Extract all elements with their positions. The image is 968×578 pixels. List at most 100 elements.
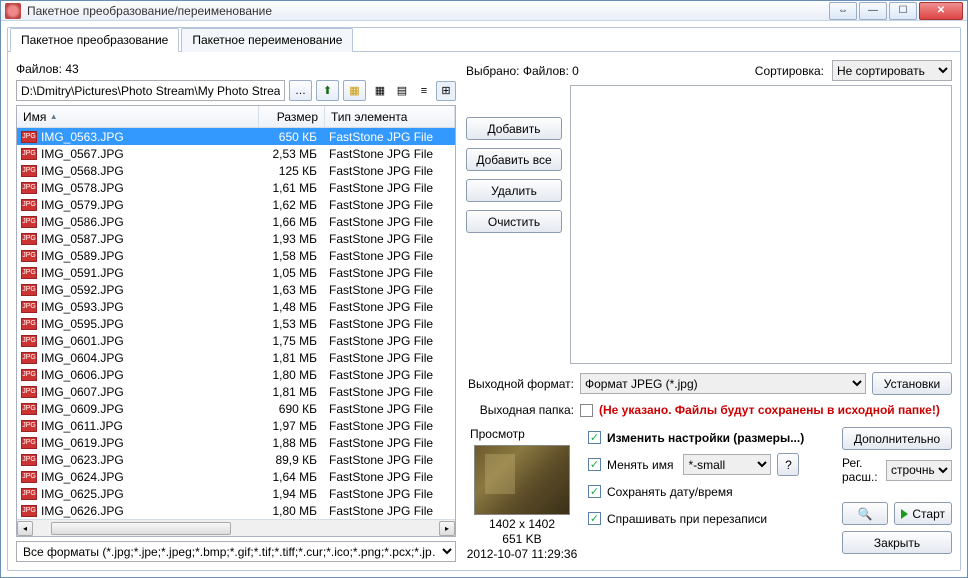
- file-type: FastStone JPG File: [325, 130, 455, 144]
- browse-button[interactable]: …: [289, 80, 312, 101]
- out-format-select[interactable]: Формат JPEG (*.jpg): [580, 373, 866, 394]
- rename-pattern-select[interactable]: *-small: [683, 454, 771, 475]
- file-name: IMG_0578.JPG: [41, 181, 124, 195]
- file-row[interactable]: JPGIMG_0607.JPG1,81 МБFastStone JPG File: [17, 383, 455, 400]
- start-button[interactable]: Старт: [894, 502, 952, 525]
- file-size: 1,48 МБ: [259, 300, 325, 314]
- file-type: FastStone JPG File: [325, 317, 455, 331]
- advanced-button[interactable]: Дополнительно: [842, 427, 952, 450]
- file-list-header[interactable]: Имя ▲ Размер Тип элемента: [17, 106, 455, 128]
- file-type: FastStone JPG File: [325, 487, 455, 501]
- file-type: FastStone JPG File: [325, 266, 455, 280]
- format-settings-button[interactable]: Установки: [872, 372, 952, 395]
- view-list[interactable]: ≡: [414, 81, 434, 101]
- scroll-right-icon[interactable]: ▸: [439, 521, 455, 536]
- file-row[interactable]: JPGIMG_0589.JPG1,58 МБFastStone JPG File: [17, 247, 455, 264]
- file-row[interactable]: JPGIMG_0623.JPG89,9 КБFastStone JPG File: [17, 451, 455, 468]
- filter-select[interactable]: Все форматы (*.jpg;*.jpe;*.jpeg;*.bmp;*.…: [16, 541, 456, 562]
- file-row[interactable]: JPGIMG_0595.JPG1,53 МБFastStone JPG File: [17, 315, 455, 332]
- file-size: 125 КБ: [259, 164, 325, 178]
- file-row[interactable]: JPGIMG_0592.JPG1,63 МБFastStone JPG File: [17, 281, 455, 298]
- file-row[interactable]: JPGIMG_0625.JPG1,94 МБFastStone JPG File: [17, 485, 455, 502]
- file-row[interactable]: JPGIMG_0606.JPG1,80 МБFastStone JPG File: [17, 366, 455, 383]
- view-details[interactable]: ⊞: [436, 81, 456, 101]
- folder-up-button[interactable]: ⬆: [316, 80, 339, 101]
- sort-select[interactable]: Не сортировать: [832, 60, 952, 81]
- file-row[interactable]: JPGIMG_0593.JPG1,48 МБFastStone JPG File: [17, 298, 455, 315]
- ext-case-label: Рег. расш.:: [842, 456, 882, 484]
- file-row[interactable]: JPGIMG_0624.JPG1,64 МБFastStone JPG File: [17, 468, 455, 485]
- file-type: FastStone JPG File: [325, 419, 455, 433]
- scroll-left-icon[interactable]: ◂: [17, 521, 33, 536]
- file-type: FastStone JPG File: [325, 351, 455, 365]
- jpg-file-icon: JPG: [21, 301, 37, 313]
- keep-date-checkbox[interactable]: [588, 485, 601, 498]
- view-small-icons[interactable]: ▤: [392, 81, 412, 101]
- ask-overwrite-checkbox[interactable]: [588, 512, 601, 525]
- file-list[interactable]: Имя ▲ Размер Тип элемента JPGIMG_0563.JP…: [16, 105, 456, 537]
- close-window-button[interactable]: [919, 2, 963, 20]
- file-name: IMG_0568.JPG: [41, 164, 124, 178]
- clear-button[interactable]: Очистить: [466, 210, 562, 233]
- file-row[interactable]: JPGIMG_0611.JPG1,97 МБFastStone JPG File: [17, 417, 455, 434]
- switch-window-button[interactable]: [829, 2, 857, 20]
- col-size[interactable]: Размер: [259, 106, 325, 127]
- file-row[interactable]: JPGIMG_0563.JPG650 КБFastStone JPG File: [17, 128, 455, 145]
- file-name: IMG_0611.JPG: [41, 419, 123, 433]
- change-settings-checkbox[interactable]: [588, 431, 601, 444]
- h-scrollbar[interactable]: ◂ ▸: [17, 519, 455, 536]
- file-size: 1,53 МБ: [259, 317, 325, 331]
- file-row[interactable]: JPGIMG_0578.JPG1,61 МБFastStone JPG File: [17, 179, 455, 196]
- file-row[interactable]: JPGIMG_0567.JPG2,53 МБFastStone JPG File: [17, 145, 455, 162]
- view-large-icons[interactable]: ▦: [370, 81, 390, 101]
- file-row[interactable]: JPGIMG_0587.JPG1,93 МБFastStone JPG File: [17, 230, 455, 247]
- file-size: 1,81 МБ: [259, 351, 325, 365]
- file-row[interactable]: JPGIMG_0586.JPG1,66 МБFastStone JPG File: [17, 213, 455, 230]
- jpg-file-icon: JPG: [21, 386, 37, 398]
- file-row[interactable]: JPGIMG_0609.JPG690 КБFastStone JPG File: [17, 400, 455, 417]
- file-count-label: Файлов: 43: [16, 60, 456, 80]
- file-row[interactable]: JPGIMG_0626.JPG1,80 МБFastStone JPG File: [17, 502, 455, 519]
- file-size: 1,93 МБ: [259, 232, 325, 246]
- rename-checkbox[interactable]: [588, 458, 601, 471]
- minimize-button[interactable]: [859, 2, 887, 20]
- titlebar[interactable]: Пакетное преобразование/переименование: [1, 1, 967, 21]
- maximize-button[interactable]: [889, 2, 917, 20]
- file-name: IMG_0604.JPG: [41, 351, 124, 365]
- close-button[interactable]: Закрыть: [842, 531, 952, 554]
- file-name: IMG_0587.JPG: [41, 232, 124, 246]
- file-row[interactable]: JPGIMG_0591.JPG1,05 МБFastStone JPG File: [17, 264, 455, 281]
- col-name[interactable]: Имя ▲: [17, 106, 259, 127]
- file-list-body[interactable]: JPGIMG_0563.JPG650 КБFastStone JPG FileJ…: [17, 128, 455, 519]
- file-row[interactable]: JPGIMG_0568.JPG125 КБFastStone JPG File: [17, 162, 455, 179]
- file-row[interactable]: JPGIMG_0601.JPG1,75 МБFastStone JPG File: [17, 332, 455, 349]
- file-size: 89,9 КБ: [259, 453, 325, 467]
- file-row[interactable]: JPG IMG_0604.JPG 1,81 МБFastStone JPG File: [17, 349, 455, 366]
- file-type: FastStone JPG File: [325, 385, 455, 399]
- col-type[interactable]: Тип элемента: [325, 106, 455, 127]
- folder-tree-button[interactable]: ▦: [343, 80, 366, 101]
- file-name: IMG_0589.JPG: [41, 249, 124, 263]
- scroll-thumb[interactable]: [51, 522, 231, 535]
- out-folder-checkbox[interactable]: [580, 404, 593, 417]
- add-button[interactable]: Добавить: [466, 117, 562, 140]
- jpg-file-icon: JPG: [21, 352, 37, 364]
- tab-rename[interactable]: Пакетное переименование: [181, 28, 353, 52]
- tabstrip: Пакетное преобразование Пакетное переиме…: [8, 28, 960, 52]
- selected-list[interactable]: [570, 85, 952, 364]
- add-all-button[interactable]: Добавить все: [466, 148, 562, 171]
- file-row[interactable]: JPGIMG_0579.JPG1,62 МБFastStone JPG File: [17, 196, 455, 213]
- file-row[interactable]: JPGIMG_0619.JPG1,88 МБFastStone JPG File: [17, 434, 455, 451]
- file-type: FastStone JPG File: [325, 164, 455, 178]
- ext-case-select[interactable]: строчны: [886, 460, 952, 481]
- rename-help-button[interactable]: ?: [777, 453, 799, 476]
- preview-results-button[interactable]: 🔍: [842, 502, 888, 525]
- path-input[interactable]: [16, 80, 285, 101]
- jpg-file-icon: JPG: [21, 437, 37, 449]
- tab-convert[interactable]: Пакетное преобразование: [10, 28, 179, 52]
- remove-button[interactable]: Удалить: [466, 179, 562, 202]
- window-title: Пакетное преобразование/переименование: [27, 4, 829, 18]
- file-type: FastStone JPG File: [325, 147, 455, 161]
- jpg-file-icon: JPG: [21, 216, 37, 228]
- file-size: 1,66 МБ: [259, 215, 325, 229]
